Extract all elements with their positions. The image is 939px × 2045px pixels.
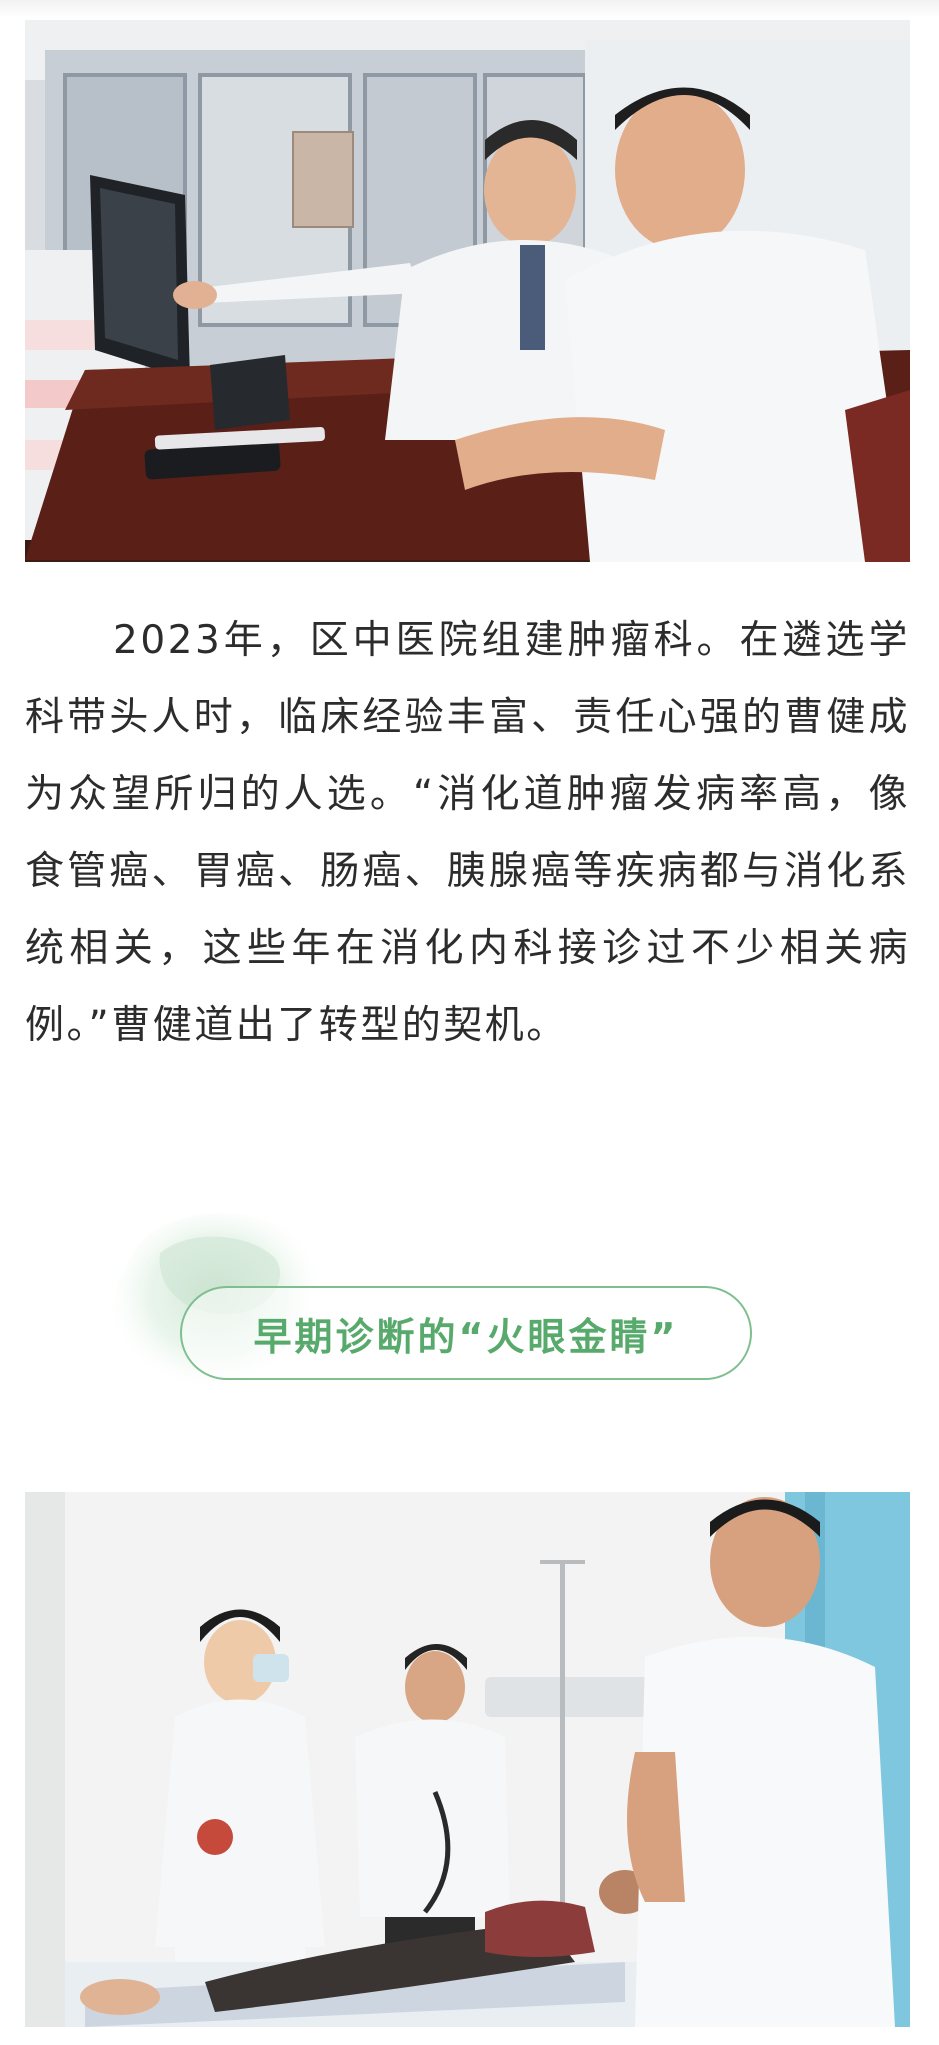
ward-round-photo [25,1492,910,2027]
section-heading: 早期诊断的“火眼金睛” [253,1314,679,1359]
article-paragraph: 2023年，区中医院组建肿瘤科。在遴选学科带头人时，临床经验丰富、责任心强的曹健… [25,618,910,1048]
doctors-at-computer-photo [25,20,910,562]
section-heading-block: 早期诊断的“火眼金睛” [100,1198,760,1408]
section-heading-pill: 早期诊断的“火眼金睛” [180,1286,752,1380]
top-divider [0,0,939,18]
